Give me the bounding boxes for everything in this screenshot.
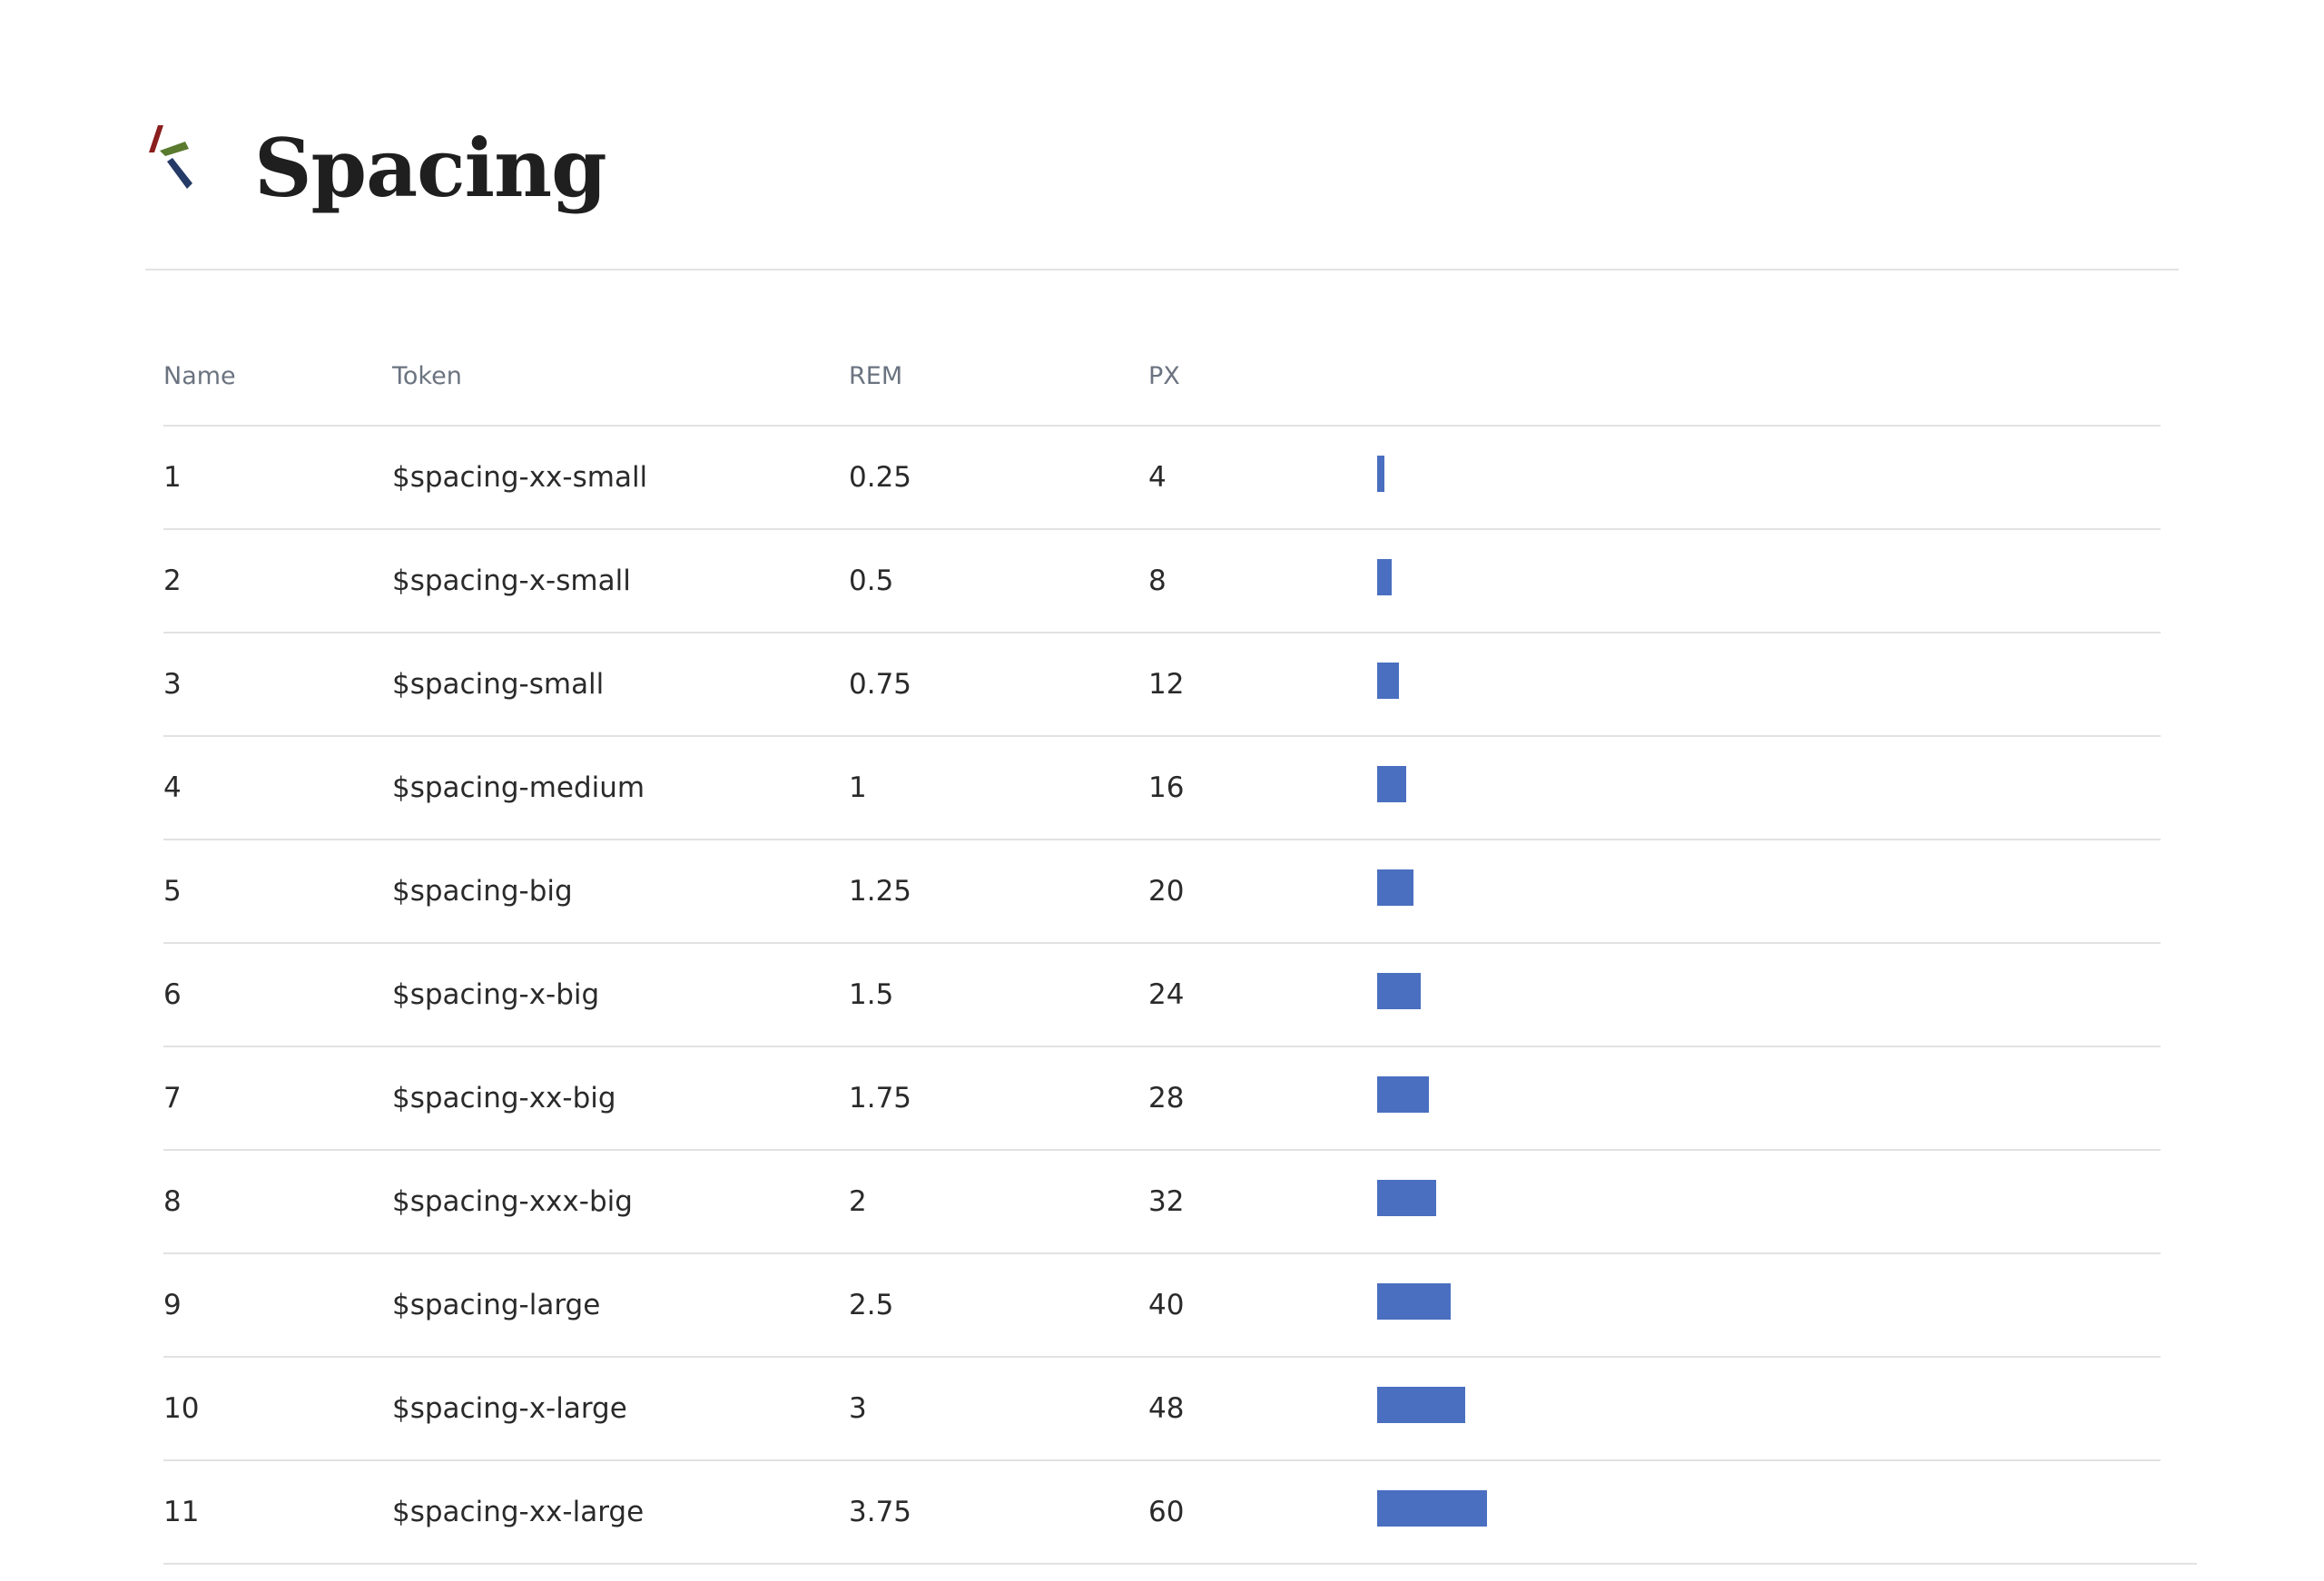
cell-rem: 0.75 bbox=[849, 668, 912, 701]
cell-preview bbox=[1377, 1047, 2161, 1149]
cell-px: 32 bbox=[1148, 1185, 1185, 1218]
cell-token: $spacing-big bbox=[392, 875, 573, 908]
cell-token: $spacing-medium bbox=[392, 771, 645, 804]
cell-rem: 0.25 bbox=[849, 461, 912, 494]
cell-preview bbox=[1377, 1358, 2161, 1459]
cell-rem: 0.5 bbox=[849, 565, 894, 597]
spacing-table: Name Token REM PX 1 $spacing-xx-small 0.25… bbox=[163, 327, 2197, 1565]
cell-token: $spacing-large bbox=[392, 1289, 601, 1321]
spacing-preview-bar bbox=[1377, 869, 1414, 906]
cell-px: 4 bbox=[1148, 461, 1167, 494]
table-row: 6 $spacing-x-big 1.5 24 bbox=[163, 944, 2161, 1047]
cell-rem: 2.5 bbox=[849, 1289, 894, 1321]
cell-preview bbox=[1377, 633, 2161, 735]
column-header-px: PX bbox=[1148, 361, 1180, 390]
table-header-row: Name Token REM PX bbox=[163, 327, 2161, 427]
table-row: 10 $spacing-x-large 3 48 bbox=[163, 1358, 2161, 1461]
cell-token: $spacing-small bbox=[392, 668, 605, 701]
cell-token: $spacing-x-large bbox=[392, 1392, 627, 1425]
cell-token: $spacing-xx-small bbox=[392, 461, 648, 494]
page-title: Spacing bbox=[254, 121, 607, 215]
cell-rem: 1.75 bbox=[849, 1082, 912, 1115]
cell-preview bbox=[1377, 840, 2161, 942]
cell-preview bbox=[1377, 1254, 2161, 1356]
cell-name: 6 bbox=[163, 978, 182, 1011]
cell-rem: 3 bbox=[849, 1392, 867, 1425]
table-row: 7 $spacing-xx-big 1.75 28 bbox=[163, 1047, 2161, 1151]
cell-token: $spacing-x-small bbox=[392, 565, 631, 597]
column-header-rem: REM bbox=[849, 361, 903, 390]
cell-px: 8 bbox=[1148, 565, 1167, 597]
cell-preview bbox=[1377, 1151, 2161, 1252]
cell-name: 1 bbox=[163, 461, 182, 494]
cell-token: $spacing-x-big bbox=[392, 978, 600, 1011]
cell-rem: 3.75 bbox=[849, 1496, 912, 1528]
spacing-preview-bar bbox=[1377, 456, 1385, 492]
cell-px: 40 bbox=[1148, 1289, 1185, 1321]
page-header: Spacing bbox=[145, 100, 607, 236]
table-row: 5 $spacing-big 1.25 20 bbox=[163, 840, 2161, 944]
cell-name: 5 bbox=[163, 875, 182, 908]
cell-name: 3 bbox=[163, 668, 182, 701]
cell-px: 24 bbox=[1148, 978, 1185, 1011]
cell-token: $spacing-xxx-big bbox=[392, 1185, 633, 1218]
column-header-token: Token bbox=[392, 361, 462, 390]
spacing-preview-bar bbox=[1377, 559, 1393, 595]
cell-name: 7 bbox=[163, 1082, 182, 1115]
spacing-preview-bar bbox=[1377, 1283, 1451, 1320]
column-header-name: Name bbox=[163, 361, 236, 390]
cell-name: 2 bbox=[163, 565, 182, 597]
spacing-preview-bar bbox=[1377, 1076, 1429, 1113]
cell-name: 11 bbox=[163, 1496, 200, 1528]
cell-name: 9 bbox=[163, 1289, 182, 1321]
cell-rem: 1.25 bbox=[849, 875, 912, 908]
table-row: 9 $spacing-large 2.5 40 bbox=[163, 1254, 2161, 1358]
cell-px: 16 bbox=[1148, 771, 1185, 804]
cell-name: 4 bbox=[163, 771, 182, 804]
cell-preview bbox=[1377, 737, 2161, 839]
cell-preview bbox=[1377, 1461, 2197, 1563]
cell-preview bbox=[1377, 944, 2161, 1046]
spacing-preview-bar bbox=[1377, 1180, 1436, 1216]
cell-rem: 1.5 bbox=[849, 978, 894, 1011]
cell-preview bbox=[1377, 427, 2161, 528]
cell-px: 20 bbox=[1148, 875, 1185, 908]
cell-name: 10 bbox=[163, 1392, 200, 1425]
cell-rem: 2 bbox=[849, 1185, 867, 1218]
table-row: 3 $spacing-small 0.75 12 bbox=[163, 633, 2161, 737]
cell-name: 8 bbox=[163, 1185, 182, 1218]
cell-rem: 1 bbox=[849, 771, 867, 804]
table-row: 2 $spacing-x-small 0.5 8 bbox=[163, 530, 2161, 633]
spacing-preview-bar bbox=[1377, 1387, 1465, 1423]
cell-token: $spacing-xx-large bbox=[392, 1496, 645, 1528]
cell-px: 48 bbox=[1148, 1392, 1185, 1425]
cell-token: $spacing-xx-big bbox=[392, 1082, 616, 1115]
cell-px: 60 bbox=[1148, 1496, 1185, 1528]
column-header-preview bbox=[1377, 327, 2161, 425]
spacing-preview-bar bbox=[1377, 1490, 1488, 1527]
spacing-preview-bar bbox=[1377, 766, 1407, 802]
spacing-preview-bar bbox=[1377, 663, 1400, 699]
cell-px: 12 bbox=[1148, 668, 1185, 701]
table-row: 4 $spacing-medium 1 16 bbox=[163, 737, 2161, 840]
table-row: 11 $spacing-xx-large 3.75 60 bbox=[163, 1461, 2197, 1565]
table-row: 8 $spacing-xxx-big 2 32 bbox=[163, 1151, 2161, 1254]
header-divider bbox=[145, 269, 2179, 270]
table-row: 1 $spacing-xx-small 0.25 4 bbox=[163, 427, 2161, 530]
cell-px: 28 bbox=[1148, 1082, 1185, 1115]
cell-preview bbox=[1377, 530, 2161, 632]
spacing-preview-bar bbox=[1377, 973, 1422, 1009]
brand-logo-icon bbox=[149, 125, 192, 189]
